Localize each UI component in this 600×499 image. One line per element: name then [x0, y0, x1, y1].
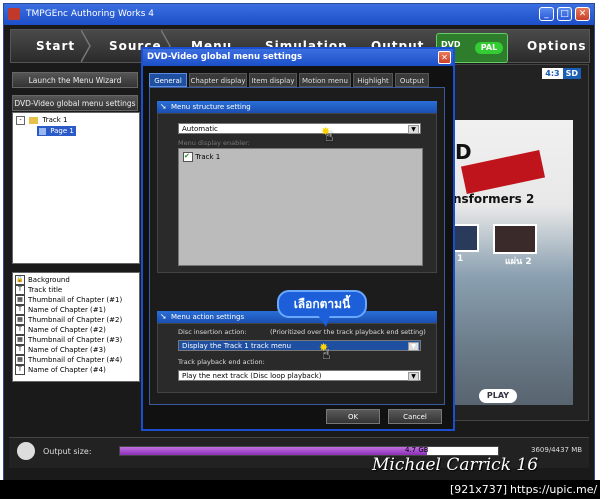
menu-title-text: nsformers 2: [453, 192, 535, 206]
display-enabler-list: ✔ Track 1: [178, 148, 423, 266]
chevron-down-icon: ▼: [408, 372, 419, 381]
title-bar: TMPGEnc Authoring Works 4 _ □ ✕: [4, 4, 594, 25]
chevron-down-icon: ▼: [408, 342, 419, 351]
callout-pointer: [318, 315, 330, 327]
menu-structure-heading: ➘ Menu structure setting: [157, 101, 437, 113]
menu-action-section: Disc insertion action: (Prioritized over…: [157, 323, 437, 393]
display-enabler-label: Menu display enabler:: [178, 139, 250, 147]
menu-structure-section: Automatic ▼ Menu display enabler: ✔ Track…: [157, 113, 437, 273]
capacity-label: 4.7 GB: [405, 446, 429, 454]
chapter-label-1: 1: [457, 254, 464, 264]
tab-item-display[interactable]: Item display: [249, 73, 297, 87]
tree-track-label: Track 1: [42, 116, 68, 124]
menu-title-fragment: D: [455, 140, 472, 164]
instruction-callout: เลือกตามนี้: [277, 290, 367, 318]
chevron-down-icon: ▼: [408, 125, 419, 134]
close-button[interactable]: ✕: [575, 7, 590, 21]
disc-insertion-note: (Prioritized over the track playback end…: [270, 328, 426, 336]
text-icon: T: [15, 365, 25, 375]
dialog-close-button[interactable]: ✕: [438, 51, 451, 64]
left-panel: Launch the Menu Wizard DVD-Video global …: [9, 64, 140, 384]
stage-start[interactable]: Start: [36, 30, 75, 62]
layer-background[interactable]: 🔒 Background: [15, 275, 70, 285]
chapter-label-2: แผ่น 2: [505, 257, 532, 267]
chapter-thumbnail-1[interactable]: [453, 224, 479, 252]
cursor-icon: ☝: [322, 347, 331, 363]
image-host-url[interactable]: https://upic.me/: [510, 483, 597, 496]
folder-icon: [29, 116, 39, 124]
menu-background-image: D nsformers 2 1 แผ่น 2 PLAY: [453, 120, 573, 405]
menu-structure-select[interactable]: Automatic ▼: [178, 123, 421, 134]
layer-track-title[interactable]: T Track title: [15, 285, 62, 295]
maximize-button[interactable]: □: [557, 7, 572, 21]
ok-button[interactable]: OK: [326, 409, 380, 424]
lock-icon: 🔒: [15, 275, 25, 285]
track-1-checkbox-item[interactable]: ✔ Track 1: [183, 152, 220, 162]
layer-thumb-ch2[interactable]: ▦ Thumbnail of Chapter (#2): [15, 315, 122, 325]
tree-page-label: Page 1: [50, 127, 74, 135]
stage-options[interactable]: Options: [527, 30, 587, 62]
app-icon: [8, 8, 20, 20]
image-icon: ▦: [15, 315, 25, 325]
output-size-fill: [120, 447, 428, 455]
cursor-icon: ☝: [325, 129, 334, 145]
tree-track-1[interactable]: - Track 1: [16, 115, 67, 125]
layer-thumb-ch3[interactable]: ▦ Thumbnail of Chapter (#3): [15, 335, 122, 345]
play-button[interactable]: PLAY: [479, 389, 517, 403]
image-icon: ▦: [15, 295, 25, 305]
menu-wizard-button[interactable]: Launch the Menu Wizard: [12, 72, 138, 88]
track-end-label: Track playback end action:: [178, 358, 265, 366]
layer-name-ch1[interactable]: T Name of Chapter (#1): [15, 305, 106, 315]
tab-motion-menu[interactable]: Motion menu: [299, 73, 351, 87]
text-icon: T: [15, 345, 25, 355]
disc-format: PAL: [475, 42, 503, 54]
minimize-button[interactable]: _: [539, 7, 554, 21]
tab-general[interactable]: General: [149, 73, 187, 87]
tree-page-1[interactable]: Page 1: [37, 126, 76, 136]
chevron-icon: ➘: [160, 102, 167, 111]
tab-highlight[interactable]: Highlight: [353, 73, 393, 87]
aspect-ratio-badge[interactable]: 4:3 SD: [542, 68, 581, 79]
layer-thumb-ch1[interactable]: ▦ Thumbnail of Chapter (#1): [15, 295, 122, 305]
chevron-icon: ➘: [160, 312, 167, 321]
dialog-title: DVD-Video global menu settings: [143, 49, 453, 66]
text-icon: T: [15, 285, 25, 295]
scarf-graphic: [460, 149, 546, 195]
preview-toolbar: [455, 421, 583, 435]
tab-chapter-display[interactable]: Chapter display: [189, 73, 247, 87]
disc-insertion-label: Disc insertion action:: [178, 328, 247, 336]
image-dimensions: [921x737]: [450, 483, 508, 496]
image-host-footer: [921x737] https://upic.me/: [0, 480, 600, 499]
output-size-label: Output size:: [43, 447, 92, 456]
mb-readout: 3609/4437 MB: [531, 446, 583, 454]
page-icon: [39, 127, 46, 135]
tab-output[interactable]: Output: [395, 73, 429, 87]
pal-disc-icon: [17, 442, 35, 460]
global-menu-settings-button[interactable]: DVD-Video global menu settings: [12, 95, 138, 111]
track-end-select[interactable]: Play the next track (Disc loop playback)…: [178, 370, 421, 381]
layer-list: 🔒 Background T Track title ▦ Thumbnail of C…: [12, 272, 140, 382]
global-menu-settings-dialog: DVD-Video global menu settings ✕ General…: [141, 47, 455, 431]
layer-name-ch3[interactable]: T Name of Chapter (#3): [15, 345, 106, 355]
cancel-button[interactable]: Cancel: [388, 409, 442, 424]
image-icon: ▦: [15, 335, 25, 345]
watermark: Michael Carrick 16: [372, 455, 539, 475]
text-icon: T: [15, 325, 25, 335]
layer-thumb-ch4[interactable]: ▦ Thumbnail of Chapter (#4): [15, 355, 122, 365]
checkbox[interactable]: ✔: [183, 152, 193, 162]
image-icon: ▦: [15, 355, 25, 365]
chapter-thumbnail-2[interactable]: [493, 224, 537, 254]
track-tree: - Track 1 Page 1: [12, 112, 140, 264]
layer-name-ch4[interactable]: T Name of Chapter (#4): [15, 365, 106, 375]
text-icon: T: [15, 305, 25, 315]
collapse-icon[interactable]: -: [16, 115, 25, 125]
disc-insertion-select[interactable]: Display the Track 1 track menu ▼: [178, 340, 421, 351]
window-title: TMPGEnc Authoring Works 4: [26, 9, 155, 19]
layer-name-ch2[interactable]: T Name of Chapter (#2): [15, 325, 106, 335]
